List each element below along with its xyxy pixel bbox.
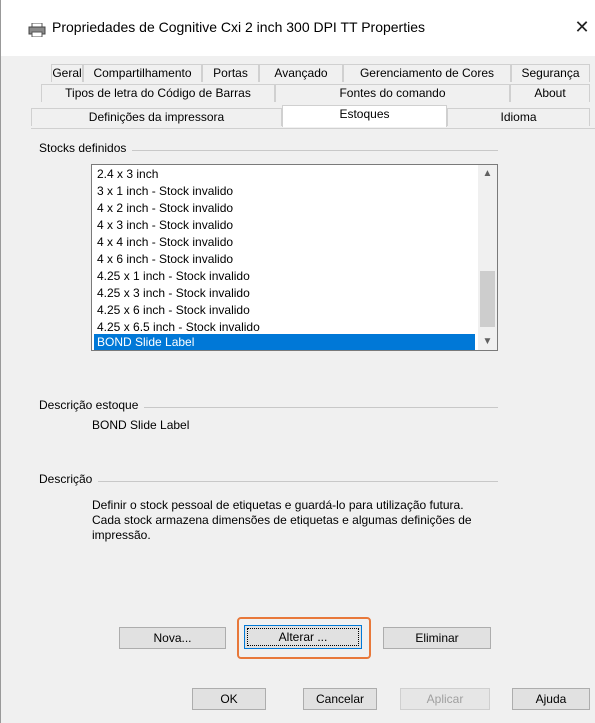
apply-button[interactable]: Aplicar	[400, 688, 490, 710]
tab-gerenciamento-de-cores[interactable]: Gerenciamento de Cores	[343, 64, 511, 82]
edit-stock-button[interactable]: Alterar ...	[244, 625, 362, 649]
chevron-up-icon[interactable]: ▲	[478, 165, 497, 182]
tab-estoques[interactable]: Estoques	[282, 105, 447, 127]
printer-icon	[28, 23, 46, 37]
list-scrollbar[interactable]: ▲ ▼	[478, 165, 497, 350]
stock-description-value: BOND Slide Label	[92, 418, 190, 432]
list-item[interactable]: 3 x 1 inch - Stock invalido	[94, 183, 475, 200]
printer-properties-dialog: Propriedades de Cognitive Cxi 2 inch 300…	[0, 0, 595, 723]
list-item[interactable]: 4 x 2 inch - Stock invalido	[94, 200, 475, 217]
stocks-group-label: Stocks definidos	[39, 141, 133, 155]
list-item[interactable]: 2.4 x 3 inch	[94, 166, 475, 183]
tab-tipos-de-letra[interactable]: Tipos de letra do Código de Barras	[41, 84, 275, 102]
tab-avancado[interactable]: Avançado	[259, 64, 343, 82]
group-divider	[39, 481, 498, 482]
tab-about[interactable]: About	[510, 84, 590, 102]
chevron-down-icon[interactable]: ▼	[478, 333, 497, 350]
window-title: Propriedades de Cognitive Cxi 2 inch 300…	[52, 19, 426, 35]
tab-idioma[interactable]: Idioma	[447, 108, 590, 126]
tab-fontes-do-comando[interactable]: Fontes do comando	[275, 84, 510, 102]
list-item[interactable]: 4.25 x 1 inch - Stock invalido	[94, 268, 475, 285]
list-item[interactable]: 4 x 4 inch - Stock invalido	[94, 234, 475, 251]
tab-portas[interactable]: Portas	[202, 64, 259, 82]
scroll-thumb[interactable]	[480, 271, 495, 327]
stock-description-label: Descrição estoque	[39, 398, 145, 412]
tab-geral[interactable]: Geral	[51, 64, 83, 82]
description-label: Descrição	[39, 472, 99, 486]
cancel-button[interactable]: Cancelar	[303, 688, 377, 710]
help-button[interactable]: Ajuda	[512, 688, 590, 710]
list-item[interactable]: 4.25 x 6 inch - Stock invalido	[94, 302, 475, 319]
list-item-selected[interactable]: BOND Slide Label	[94, 334, 475, 350]
description-text: Definir o stock pessoal de etiquetas e g…	[92, 498, 472, 542]
list-item[interactable]: 4 x 6 inch - Stock invalido	[94, 251, 475, 268]
close-button[interactable]: ✕	[572, 16, 592, 38]
tab-compartilhamento[interactable]: Compartilhamento	[83, 64, 202, 82]
list-item[interactable]: 4.25 x 3 inch - Stock invalido	[94, 285, 475, 302]
new-stock-button[interactable]: Nova...	[119, 627, 226, 649]
ok-button[interactable]: OK	[192, 688, 266, 710]
stocks-listbox[interactable]: 2.4 x 3 inch 3 x 1 inch - Stock invalido…	[91, 164, 498, 351]
delete-stock-button[interactable]: Eliminar	[383, 627, 491, 649]
tab-seguranca[interactable]: Segurança	[511, 64, 590, 82]
title-bar: Propriedades de Cognitive Cxi 2 inch 300…	[1, 0, 595, 56]
list-item[interactable]: 4 x 3 inch - Stock invalido	[94, 217, 475, 234]
tab-definicoes-da-impressora[interactable]: Definições da impressora	[31, 108, 282, 126]
